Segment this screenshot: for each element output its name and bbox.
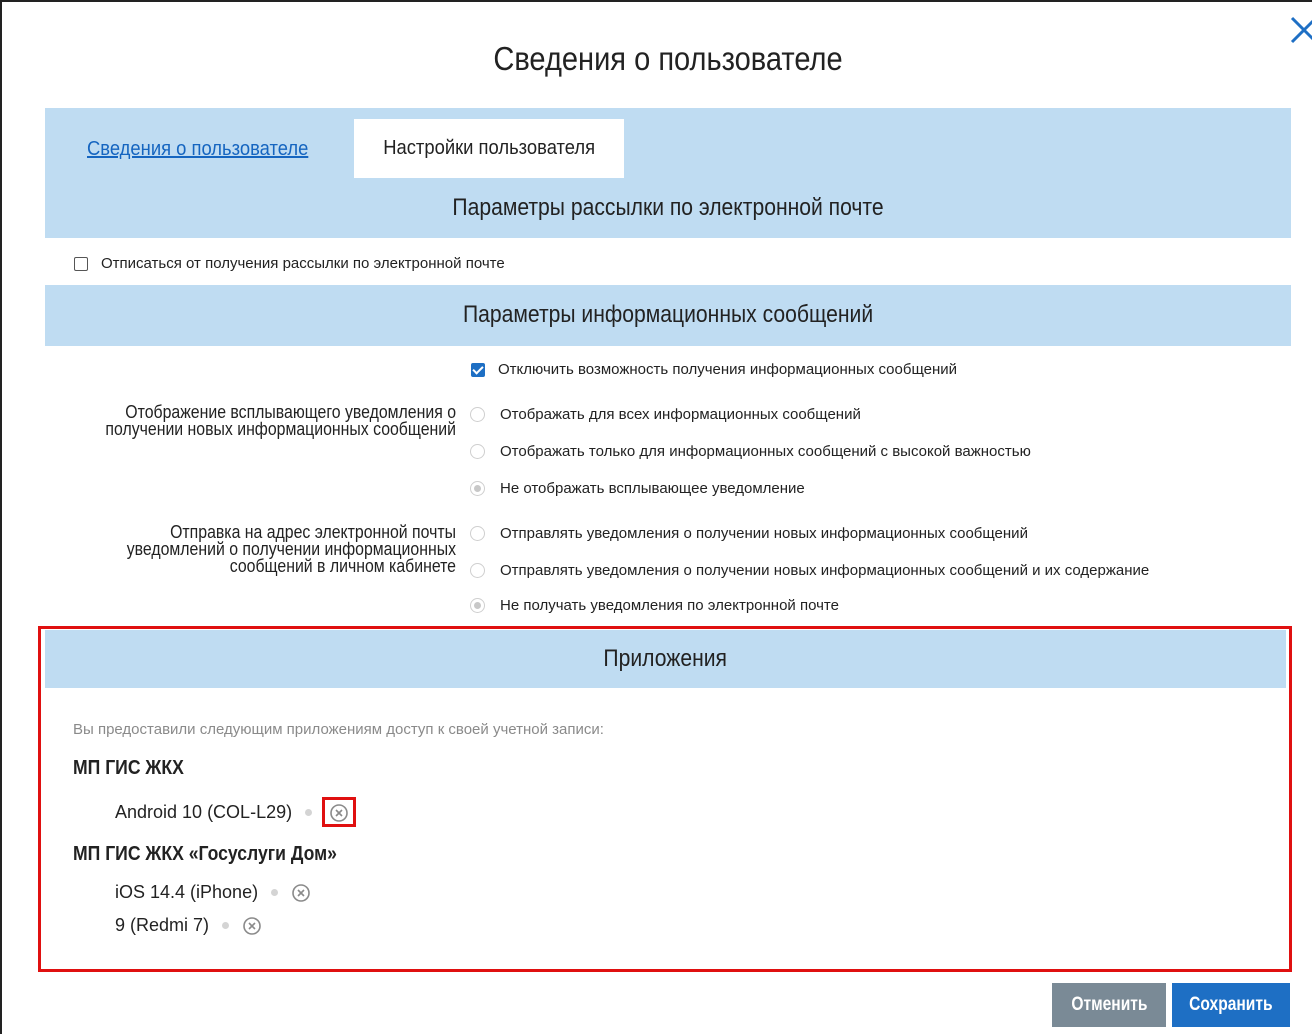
email-option-notify-content[interactable]: Отправлять уведомления о получении новых…	[470, 562, 1149, 579]
popup-group-label: Отображение всплывающего уведомления о п…	[105, 402, 457, 439]
tab-user-settings[interactable]: Настройки пользователя	[354, 119, 624, 178]
disable-info-label: Отключить возможность получения информац…	[498, 361, 958, 378]
separator-dot	[222, 922, 230, 929]
radio-button[interactable]	[470, 526, 485, 541]
email-section-header: Параметры рассылки по электронной почте	[45, 178, 1291, 238]
popup-option-high[interactable]: Отображать только для информационных соо…	[470, 443, 1031, 460]
revoke-access-icon[interactable]	[291, 883, 311, 903]
disable-info-checkbox[interactable]	[471, 362, 485, 377]
disable-info-row: Отключить возможность получения информац…	[471, 361, 957, 378]
revoke-access-icon[interactable]	[242, 916, 262, 936]
close-icon[interactable]	[1284, 10, 1312, 50]
tab-bar: Сведения о пользователе Настройки пользо…	[45, 108, 1291, 178]
email-option-none[interactable]: Не получать уведомления по электронной п…	[470, 597, 839, 614]
radio-button[interactable]	[470, 407, 485, 422]
info-section-header: Параметры информационных сообщений	[45, 285, 1291, 346]
unsubscribe-checkbox[interactable]	[74, 256, 88, 271]
save-button[interactable]: Сохранить	[1172, 983, 1290, 1027]
apps-section-header: Приложения	[45, 630, 1286, 688]
unsubscribe-label: Отписаться от получения рассылки по элек…	[101, 255, 505, 272]
cancel-button[interactable]: Отменить	[1052, 983, 1166, 1027]
device-item: iOS 14.4 (iPhone)	[115, 882, 311, 903]
email-notify-group-label: Отправка на адрес электронной почты увед…	[126, 522, 457, 576]
tab-user-info[interactable]: Сведения о пользователе	[87, 138, 308, 161]
email-option-notify[interactable]: Отправлять уведомления о получении новых…	[470, 525, 1028, 542]
radio-button[interactable]	[470, 481, 485, 496]
app-name: МП ГИС ЖКХ	[73, 757, 184, 779]
apps-note: Вы предоставили следующим приложениям до…	[73, 721, 604, 738]
device-item: Android 10 (COL-L29)	[115, 797, 357, 827]
popup-option-none[interactable]: Не отображать всплывающее уведомление	[470, 480, 805, 497]
modal-title: Сведения о пользователе	[493, 40, 843, 77]
app-name: МП ГИС ЖКХ «Госуслуги Дом»	[73, 843, 337, 865]
separator-dot	[305, 808, 313, 816]
radio-button[interactable]	[470, 598, 485, 613]
revoke-highlight	[322, 797, 357, 827]
radio-button[interactable]	[470, 444, 485, 459]
popup-option-all[interactable]: Отображать для всех информационных сообщ…	[470, 406, 861, 423]
separator-dot	[271, 889, 279, 896]
radio-button[interactable]	[470, 563, 485, 578]
unsubscribe-row: Отписаться от получения рассылки по элек…	[74, 255, 505, 272]
device-item: 9 (Redmi 7)	[115, 915, 262, 936]
revoke-access-icon[interactable]	[329, 803, 349, 823]
